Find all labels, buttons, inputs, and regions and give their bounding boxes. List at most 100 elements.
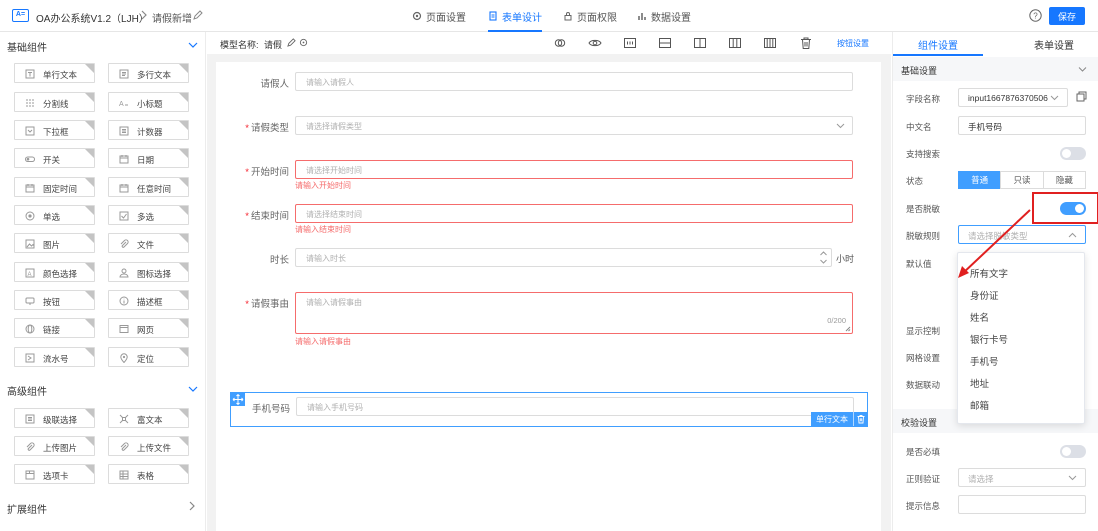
layout-3-column-icon[interactable] <box>728 36 742 50</box>
dropdown-option-bank-card[interactable]: 银行卡号 <box>970 332 1008 346</box>
model-name-value: 请假 <box>264 40 283 50</box>
section-title: 基础设置 <box>901 66 938 76</box>
table-icon <box>119 470 129 480</box>
component-counter[interactable]: 计数器 <box>108 120 189 140</box>
edit-model-icon[interactable] <box>287 38 296 47</box>
dropdown-option-id-card[interactable]: 身份证 <box>970 288 999 302</box>
tab-label: 页面设置 <box>426 12 466 24</box>
component-location[interactable]: 定位 <box>108 347 189 367</box>
extend-components-header[interactable]: 扩展组件 <box>0 496 206 518</box>
component-single-line-text[interactable]: 单行文本 <box>14 63 95 83</box>
dropdown-option-address[interactable]: 地址 <box>970 376 989 390</box>
globe-icon <box>25 324 35 334</box>
component-button[interactable]: 按钮 <box>14 290 95 310</box>
component-switch[interactable]: 开关 <box>14 148 95 168</box>
start-time-input[interactable]: 请选择开始时间 <box>295 160 853 179</box>
save-button[interactable]: 保存 <box>1049 7 1085 25</box>
status-readonly-button[interactable]: 只读 <box>1000 171 1044 189</box>
component-date[interactable]: 日期 <box>108 148 189 168</box>
component-tabs[interactable]: 选项卡 <box>14 464 95 484</box>
paperclip-icon <box>120 239 129 248</box>
basic-settings-section[interactable]: 基础设置 <box>893 57 1098 81</box>
cn-name-input[interactable]: 手机号码 <box>958 116 1086 135</box>
layout-4-column-icon[interactable] <box>763 36 777 50</box>
component-link[interactable]: 链接 <box>14 318 95 338</box>
basic-components-header[interactable]: 基础组件 <box>0 34 206 56</box>
end-time-input[interactable]: 请选择结束时间 <box>295 204 853 223</box>
field-name-select[interactable]: input1667876370506 <box>958 88 1068 107</box>
trash-icon[interactable] <box>799 36 813 50</box>
phone-input[interactable]: 请输入手机号码 <box>296 397 854 416</box>
tab-data-settings[interactable]: 数据设置 <box>637 0 691 32</box>
component-label: 级联选择 <box>43 415 78 425</box>
selected-component-phone[interactable]: 手机号码 请输入手机号码 单行文本 <box>230 392 868 427</box>
textarea-icon <box>119 69 129 79</box>
component-subtitle[interactable]: A 小标题 <box>108 92 189 112</box>
component-upload-file[interactable]: 上传文件 <box>108 436 189 456</box>
component-multi-line-text[interactable]: 多行文本 <box>108 63 189 83</box>
resize-handle-icon[interactable] <box>845 326 851 332</box>
component-palette: 基础组件 单行文本 多行文本 分割线 A 小标题 下拉框 计数器 开关 日期 固定… <box>0 32 206 531</box>
component-description[interactable]: 描述框 <box>108 290 189 310</box>
counter-icon <box>119 126 129 136</box>
leave-type-select[interactable]: 请选择请假类型 <box>295 116 853 135</box>
status-radio-group: 普通 只读 隐藏 <box>958 171 1086 189</box>
component-fixed-time[interactable]: 固定时间 <box>14 177 95 197</box>
advanced-components-header[interactable]: 高级组件 <box>0 378 206 400</box>
component-serial-number[interactable]: 流水号 <box>14 347 95 367</box>
tab-form-design[interactable]: 表单设计 <box>488 0 542 32</box>
basic-components-title: 基础组件 <box>7 43 47 54</box>
component-any-time[interactable]: 任意时间 <box>108 177 189 197</box>
chevron-up-icon <box>1068 232 1077 238</box>
component-upload-image[interactable]: 上传图片 <box>14 436 95 456</box>
applicant-input[interactable]: 请输入请假人 <box>295 72 853 91</box>
component-checkbox[interactable]: 多选 <box>108 205 189 225</box>
component-divider[interactable]: 分割线 <box>14 92 95 112</box>
dropdown-option-name[interactable]: 姓名 <box>970 310 989 324</box>
component-rich-text[interactable]: 富文本 <box>108 408 189 428</box>
link-fields-icon[interactable] <box>553 36 567 50</box>
component-color-picker[interactable]: A 颜色选择 <box>14 262 95 282</box>
component-radio[interactable]: 单选 <box>14 205 95 225</box>
component-webpage[interactable]: 网页 <box>108 318 189 338</box>
dropdown-option-all-text[interactable]: 所有文字 <box>970 266 1008 280</box>
component-cascader[interactable]: 级联选择 <box>14 408 95 428</box>
component-file[interactable]: 文件 <box>108 233 189 253</box>
required-toggle[interactable] <box>1060 445 1086 458</box>
copy-icon[interactable] <box>1076 91 1087 102</box>
support-search-toggle[interactable] <box>1060 147 1086 160</box>
status-hidden-button[interactable]: 隐藏 <box>1042 171 1086 189</box>
delete-component-icon[interactable] <box>853 412 867 426</box>
component-dropdown[interactable]: 下拉框 <box>14 120 95 140</box>
component-label: 网页 <box>137 325 155 335</box>
component-image[interactable]: 图片 <box>14 233 95 253</box>
preview-eye-icon[interactable] <box>588 36 602 50</box>
support-search-label: 支持搜索 <box>906 149 941 159</box>
chevron-down-icon <box>188 42 198 48</box>
component-table[interactable]: 表格 <box>108 464 189 484</box>
component-label: 上传文件 <box>137 443 172 453</box>
edit-title-icon[interactable] <box>193 10 203 20</box>
status-normal-button[interactable]: 普通 <box>958 171 1002 189</box>
component-label: 图标选择 <box>137 269 172 279</box>
dropdown-option-phone[interactable]: 手机号 <box>970 354 999 368</box>
tab-page-settings[interactable]: 页面设置 <box>412 0 466 32</box>
help-icon[interactable]: ? <box>1029 9 1042 22</box>
tab-component-settings[interactable]: 组件设置 <box>893 32 983 56</box>
regex-select[interactable]: 请选择 <box>958 468 1086 487</box>
layout-1-column-icon[interactable] <box>658 36 672 50</box>
tab-form-settings[interactable]: 表单设置 <box>1009 32 1098 56</box>
dropdown-option-email[interactable]: 邮箱 <box>970 398 989 412</box>
reason-textarea[interactable]: 请输入请假事由 0/200 <box>295 292 853 334</box>
stepper-arrows-icon[interactable] <box>819 250 828 265</box>
divider-icon <box>26 99 34 107</box>
button-settings-link[interactable]: 按钮设置 <box>837 38 869 49</box>
component-icon-picker[interactable]: 图标选择 <box>108 262 189 282</box>
code-icon[interactable] <box>623 36 637 50</box>
mask-rule-select[interactable]: 请选择脱敏类型 <box>958 225 1086 244</box>
tab-page-permission[interactable]: 页面权限 <box>563 0 617 32</box>
hint-input[interactable] <box>958 495 1086 514</box>
gear-icon[interactable] <box>299 38 308 47</box>
duration-input[interactable]: 请输入时长 <box>295 248 832 267</box>
layout-2-column-icon[interactable] <box>693 36 707 50</box>
